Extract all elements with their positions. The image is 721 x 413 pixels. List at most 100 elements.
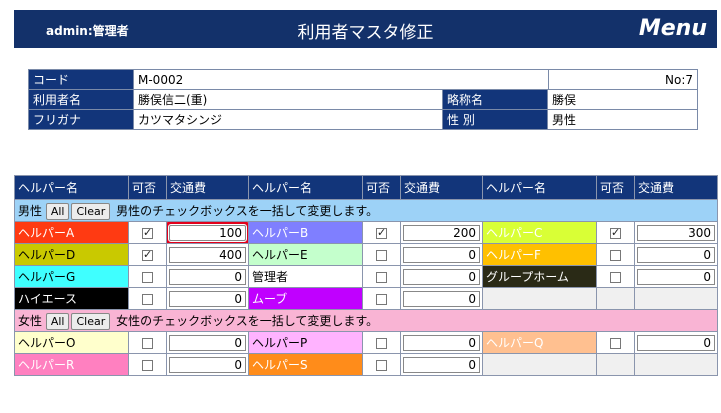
availability-checkbox[interactable]	[610, 226, 621, 239]
helper-name: ハイエース	[14, 287, 129, 310]
availability-cell	[596, 331, 635, 354]
kana-value: カツマタシンジ	[133, 109, 443, 130]
helper-name: ヘルパーP	[248, 331, 363, 354]
availability-checkbox[interactable]	[610, 271, 621, 283]
availability-cell	[128, 265, 167, 288]
fare-input[interactable]: 0	[403, 334, 480, 351]
availability-cell	[128, 331, 167, 354]
record-number: No:7	[548, 69, 698, 90]
menu-button[interactable]: Menu	[639, 16, 707, 41]
fare-cell: 300	[634, 221, 718, 244]
availability-checkbox[interactable]	[142, 337, 153, 349]
fare-cell: 400	[166, 243, 249, 266]
fare-cell: 0	[634, 265, 718, 288]
fare-cell: 0	[400, 331, 483, 354]
grid-header-cell: 可否	[128, 175, 167, 200]
fare-cell: 0	[400, 265, 483, 288]
availability-checkbox[interactable]	[610, 337, 621, 349]
availability-checkbox[interactable]	[610, 249, 621, 261]
availability-checkbox[interactable]	[376, 226, 387, 239]
sex-label: 性 別	[442, 109, 548, 130]
male-section-label: 男性	[18, 203, 43, 218]
fare-input[interactable]: 0	[169, 334, 246, 351]
helper-row: ヘルパーR 0 ヘルパーS 0	[14, 353, 718, 376]
availability-checkbox[interactable]	[376, 337, 387, 349]
grid-header-cell: 可否	[362, 175, 401, 200]
availability-checkbox[interactable]	[376, 359, 387, 371]
grid-header-row: ヘルパー名 可否 交通費 ヘルパー名 可否 交通費 ヘルパー名 可否 交通費	[14, 175, 718, 200]
fare-cell: 0	[166, 287, 249, 310]
availability-checkbox[interactable]	[376, 271, 387, 283]
male-clear-button[interactable]: Clear	[71, 202, 111, 220]
fare-input[interactable]: 0	[169, 268, 246, 285]
female-section-label: 女性	[18, 313, 43, 328]
fare-input[interactable]: 0	[403, 246, 480, 263]
fare-input[interactable]: 0	[403, 356, 480, 373]
fare-input[interactable]: 100	[167, 222, 248, 243]
availability-cell	[596, 265, 635, 288]
availability-cell	[596, 221, 635, 244]
helper-name: ヘルパーB	[248, 221, 363, 244]
fare-input[interactable]: 0	[403, 268, 480, 285]
grid-header-cell: ヘルパー名	[14, 175, 129, 200]
fare-cell: 0	[400, 243, 483, 266]
empty-cell	[596, 353, 635, 376]
availability-checkbox[interactable]	[376, 249, 387, 261]
grid-header-cell: 交通費	[400, 175, 483, 200]
fare-cell: 100	[166, 221, 249, 244]
fare-input[interactable]: 0	[169, 356, 246, 373]
fare-input[interactable]: 0	[169, 290, 246, 307]
fare-input[interactable]: 300	[637, 224, 715, 241]
helper-name: ヘルパーF	[482, 243, 597, 266]
grid-header-cell: ヘルパー名	[482, 175, 597, 200]
fare-cell: 0	[400, 287, 483, 310]
code-label: コード	[28, 69, 134, 90]
male-all-button[interactable]: All	[45, 202, 70, 220]
availability-cell	[128, 243, 167, 266]
helper-name: ヘルパーO	[14, 331, 129, 354]
fare-input[interactable]: 400	[169, 246, 246, 263]
availability-checkbox[interactable]	[142, 359, 153, 371]
helper-row: ヘルパーA 100ヘルパーB 200ヘルパーC 300	[14, 221, 718, 244]
helper-name: ヘルパーA	[14, 221, 129, 244]
female-section-note: 女性のチェックボックスを一括して変更します。	[116, 313, 379, 328]
helper-name: ムーブ	[248, 287, 363, 310]
helper-name: ヘルパーR	[14, 353, 129, 376]
fare-input[interactable]: 0	[637, 246, 715, 263]
helper-name: ヘルパーS	[248, 353, 363, 376]
availability-checkbox[interactable]	[142, 293, 153, 305]
grid-header-cell: 可否	[596, 175, 635, 200]
female-clear-button[interactable]: Clear	[71, 312, 111, 330]
helper-name: ヘルパーG	[14, 265, 129, 288]
female-section-row: 女性 All Clear 女性のチェックボックスを一括して変更します。	[14, 309, 718, 332]
availability-checkbox[interactable]	[142, 271, 153, 283]
availability-cell	[362, 331, 401, 354]
female-all-button[interactable]: All	[45, 312, 70, 330]
empty-cell	[482, 287, 597, 310]
male-section-note: 男性のチェックボックスを一括して変更します。	[116, 203, 379, 218]
fare-input[interactable]: 0	[403, 290, 480, 307]
empty-cell	[634, 287, 718, 310]
app-header: admin:管理者 利用者マスタ修正 Menu	[14, 10, 717, 48]
availability-cell	[128, 287, 167, 310]
availability-cell	[362, 265, 401, 288]
short-name-value: 勝俣	[547, 89, 698, 110]
availability-checkbox[interactable]	[142, 226, 153, 239]
name-value: 勝俣信二(重)	[133, 89, 443, 110]
fare-cell: 0	[166, 265, 249, 288]
helper-grid: ヘルパー名 可否 交通費 ヘルパー名 可否 交通費 ヘルパー名 可否 交通費 男性 All Cle…	[14, 175, 718, 376]
availability-checkbox[interactable]	[142, 248, 153, 261]
empty-cell	[634, 353, 718, 376]
helper-name: ヘルパーC	[482, 221, 597, 244]
helper-name: ヘルパーE	[248, 243, 363, 266]
fare-input[interactable]: 0	[637, 334, 715, 351]
helper-row: ヘルパーG 0 管理者 0 グループホーム 0	[14, 265, 718, 288]
helper-name: ヘルパーD	[14, 243, 129, 266]
code-value: M-0002	[133, 69, 549, 90]
fare-input[interactable]: 200	[403, 224, 480, 241]
availability-cell	[596, 243, 635, 266]
fare-input[interactable]: 0	[637, 268, 715, 285]
fare-cell: 0	[400, 353, 483, 376]
availability-checkbox[interactable]	[376, 293, 387, 305]
helper-name: グループホーム	[482, 265, 597, 288]
